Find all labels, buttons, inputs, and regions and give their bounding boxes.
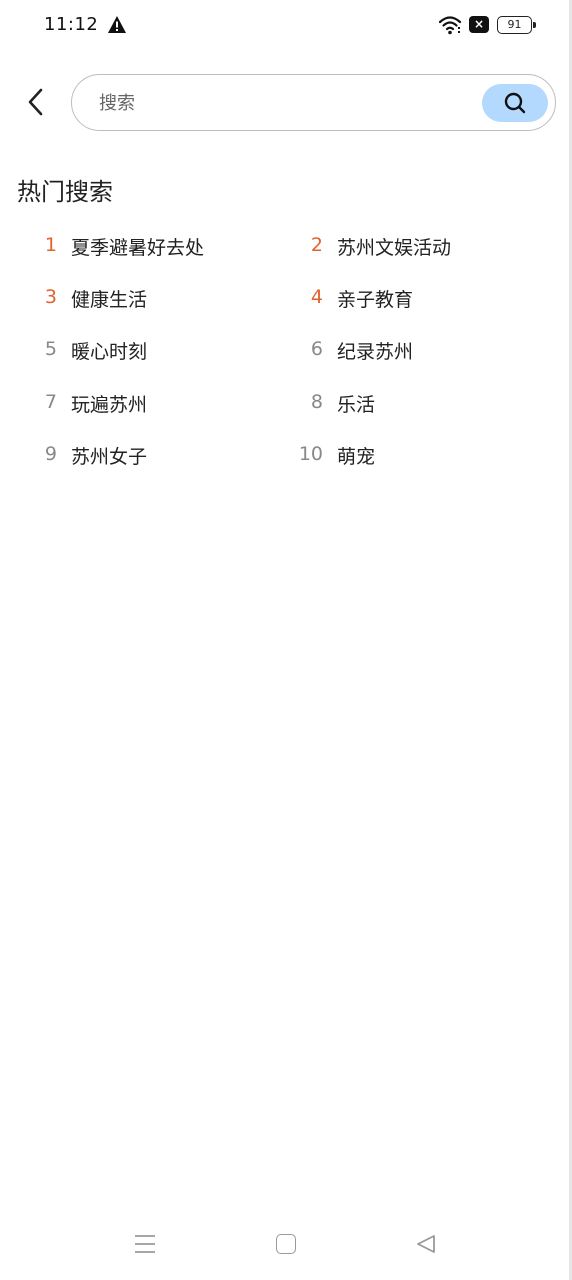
- menu-icon[interactable]: [134, 1233, 156, 1255]
- hot-search-label: 乐活: [337, 394, 376, 416]
- hot-search-label: 暖心时刻: [71, 341, 148, 363]
- hot-search-label: 苏州文娱活动: [337, 237, 452, 259]
- hot-search-label: 亲子教育: [337, 289, 414, 311]
- search-input[interactable]: [99, 90, 479, 116]
- nav-back-icon[interactable]: [414, 1232, 438, 1256]
- search-button[interactable]: [482, 84, 548, 122]
- hot-search-item[interactable]: 1 夏季避暑好去处: [17, 222, 277, 272]
- hot-search-title: 热门搜索: [17, 178, 113, 206]
- hot-search-item[interactable]: 2 苏州文娱活动: [283, 222, 543, 272]
- hot-search-label: 萌宠: [337, 446, 376, 468]
- hot-search-item[interactable]: 3 健康生活: [17, 274, 277, 324]
- hot-search-rank: 5: [44, 338, 57, 360]
- back-arrow-icon[interactable]: [20, 84, 54, 120]
- hot-search-rank: 9: [44, 443, 57, 465]
- hot-search-rank: 1: [44, 234, 57, 256]
- search-icon: [504, 92, 526, 114]
- hot-search-rank: 2: [310, 234, 323, 256]
- hot-search-rank: 10: [298, 443, 323, 465]
- hot-search-rank: 7: [44, 391, 57, 413]
- search-bar: [71, 74, 556, 131]
- wifi-icon: [438, 16, 462, 35]
- hot-search-item[interactable]: 6 纪录苏州: [283, 326, 543, 376]
- hot-search-label: 健康生活: [71, 289, 148, 311]
- warning-icon: [108, 16, 126, 33]
- hot-search-label: 纪录苏州: [337, 341, 414, 363]
- hot-search-label: 夏季避暑好去处: [71, 237, 205, 259]
- hot-search-rank: 4: [310, 286, 323, 308]
- no-sim-icon: ×: [469, 16, 489, 33]
- hot-search-item[interactable]: 5 暖心时刻: [17, 326, 277, 376]
- hot-search-item[interactable]: 7 玩遍苏州: [17, 379, 277, 429]
- system-nav-bar: [0, 1212, 572, 1280]
- status-bar: 11:12 × 91: [0, 0, 572, 52]
- hot-search-item[interactable]: 8 乐活: [283, 379, 543, 429]
- hot-search-label: 苏州女子: [71, 446, 148, 468]
- home-icon[interactable]: [276, 1234, 296, 1254]
- hot-search-item[interactable]: 10 萌宠: [283, 431, 543, 481]
- status-time: 11:12: [44, 14, 99, 35]
- hot-search-item[interactable]: 9 苏州女子: [17, 431, 277, 481]
- hot-search-rank: 3: [44, 286, 57, 308]
- hot-search-label: 玩遍苏州: [71, 394, 148, 416]
- battery-icon: 91: [497, 16, 536, 34]
- hot-search-rank: 6: [310, 338, 323, 360]
- hot-search-item[interactable]: 4 亲子教育: [283, 274, 543, 324]
- hot-search-rank: 8: [310, 391, 323, 413]
